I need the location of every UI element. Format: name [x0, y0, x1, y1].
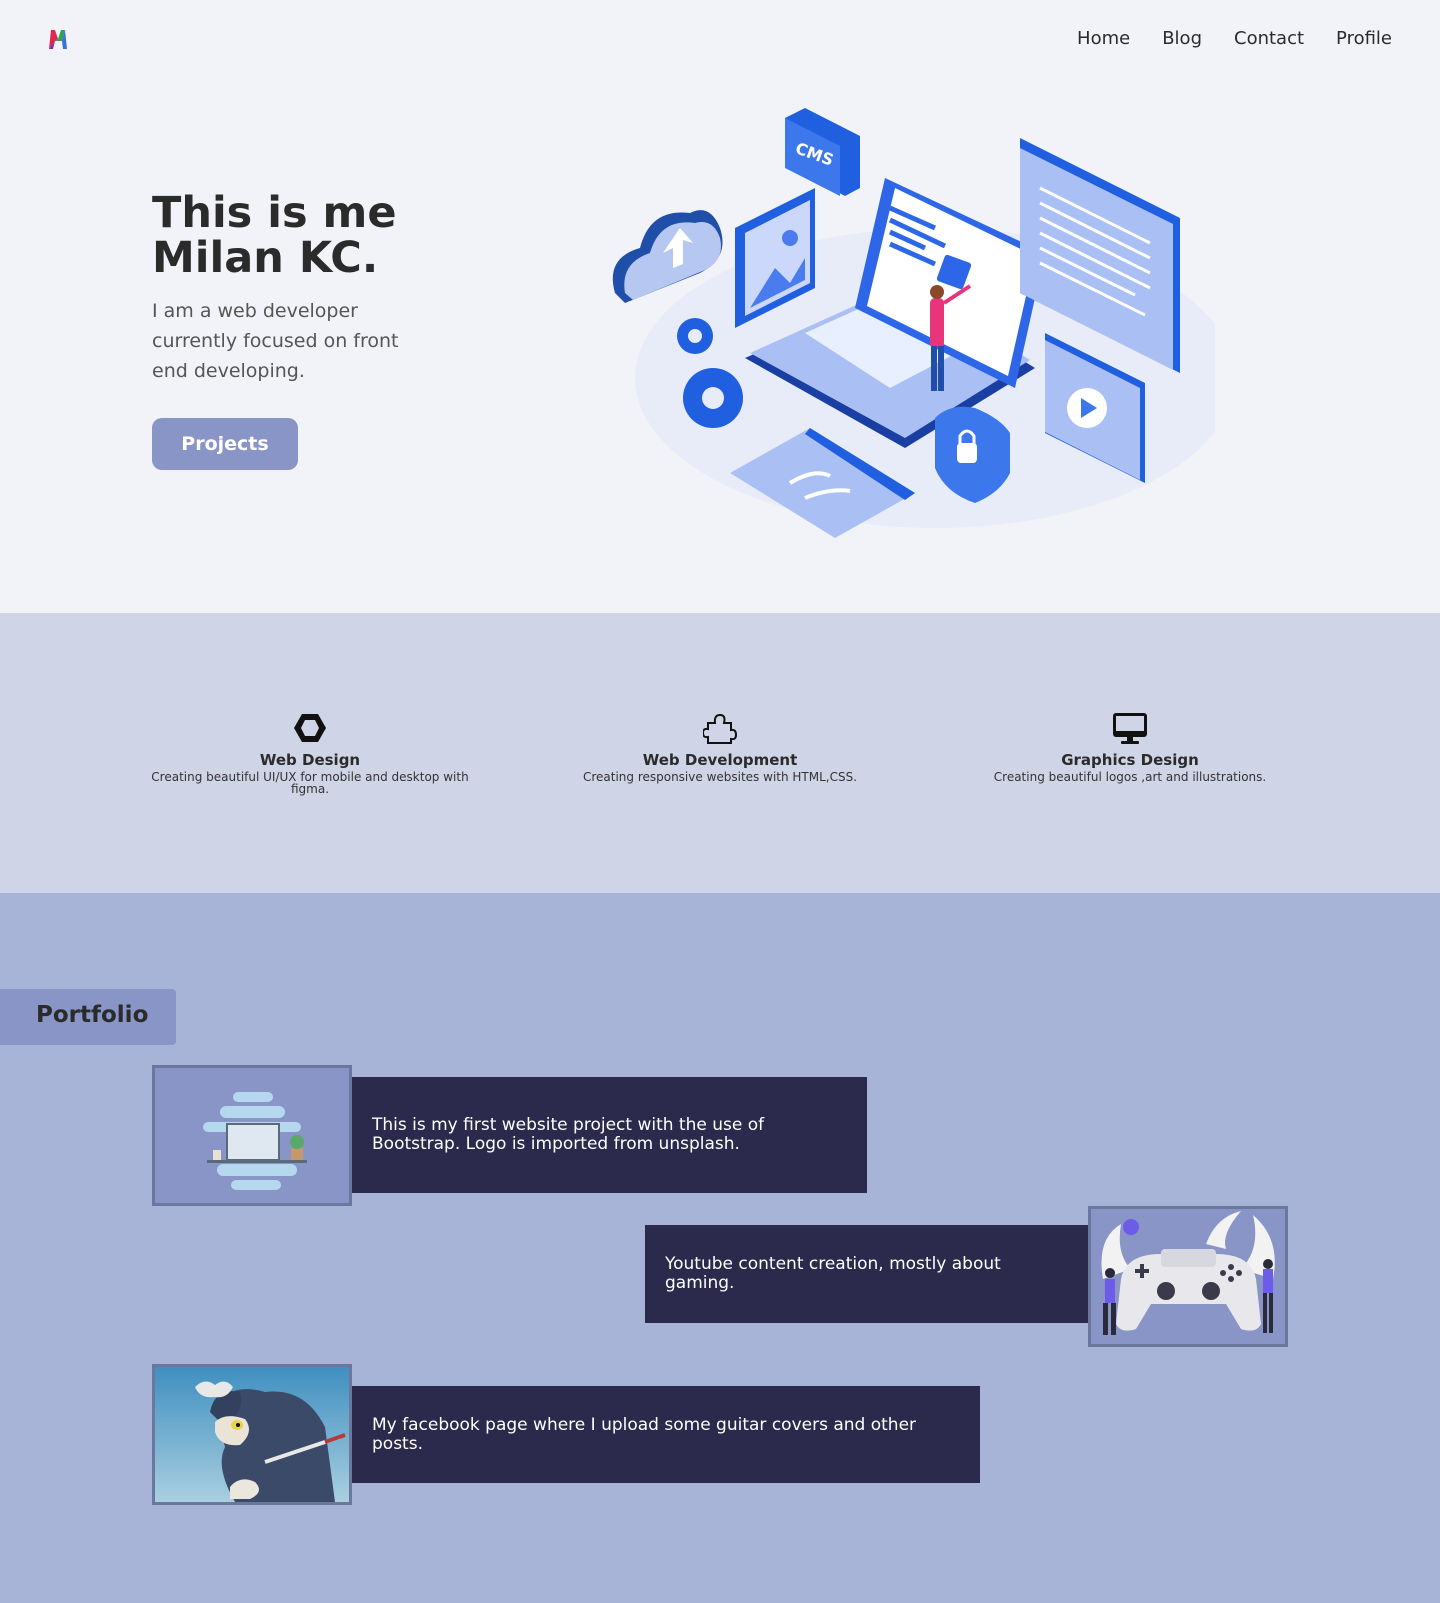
site-header: Home Blog Contact Profile	[0, 0, 1440, 80]
game-controller-illustration	[1091, 1209, 1285, 1344]
main-nav: Home Blog Contact Profile	[1077, 28, 1392, 49]
hero-title: This is me Milan KC.	[152, 191, 397, 281]
portfolio-thumb-desk-computer[interactable]	[152, 1065, 352, 1206]
nav-home[interactable]: Home	[1077, 28, 1130, 49]
portfolio-card: Youtube content creation, mostly about g…	[645, 1225, 1088, 1323]
portfolio-thumb-game-controller[interactable]	[1088, 1206, 1288, 1347]
portfolio-heading: Portfolio	[36, 1002, 149, 1028]
portfolio-card-text: This is my first website project with th…	[372, 1115, 765, 1154]
hero-title-line2: Milan KC.	[152, 233, 379, 283]
service-web-development: Web Development Creating responsive webs…	[565, 711, 875, 783]
portfolio-thumb-cartoon-cat[interactable]	[152, 1364, 352, 1505]
service-title: Web Design	[259, 751, 361, 769]
service-description: Creating beautiful logos ,art and illust…	[993, 770, 1267, 784]
service-web-design: Web Design Creating beautiful UI/UX for …	[150, 711, 470, 795]
portfolio-card: My facebook page where I upload some gui…	[352, 1386, 980, 1483]
hero-title-line1: This is me	[152, 188, 397, 238]
hero-subtitle: I am a web developer currently focused o…	[152, 300, 399, 382]
portfolio-section: Portfolio This is my first website proje…	[0, 893, 1440, 1603]
portfolio-card: This is my first website project with th…	[352, 1077, 867, 1193]
portfolio-heading-tab: Portfolio	[0, 989, 176, 1045]
desk-computer-illustration	[155, 1068, 349, 1203]
portfolio-card-text: Youtube content creation, mostly about g…	[665, 1254, 1001, 1293]
service-graphics-design: Graphics Design Creating beautiful logos…	[980, 711, 1280, 783]
web-development-illustration: CMS	[612, 108, 1215, 538]
nav-contact[interactable]: Contact	[1234, 28, 1304, 49]
projects-button[interactable]: Projects	[152, 418, 298, 470]
hero-section: Home Blog Contact Profile This is me Mil…	[0, 0, 1440, 613]
puzzle-icon	[703, 713, 737, 744]
service-description: Creating beautiful UI/UX for mobile and …	[151, 770, 469, 796]
portfolio-card-text: My facebook page where I upload some gui…	[372, 1414, 917, 1454]
nav-profile[interactable]: Profile	[1336, 28, 1392, 49]
services-section: Web Design Creating beautiful UI/UX for …	[0, 613, 1440, 893]
cartoon-cat-image	[155, 1367, 349, 1502]
nav-blog[interactable]: Blog	[1162, 28, 1202, 49]
service-title: Graphics Design	[1061, 751, 1199, 769]
cms-bubble-icon: CMS	[785, 108, 860, 196]
service-description: Creating responsive websites with HTML,C…	[582, 770, 858, 784]
desktop-icon	[1113, 713, 1147, 744]
hexagon-icon	[294, 714, 326, 742]
service-title: Web Development	[642, 751, 798, 769]
logo-icon[interactable]	[47, 27, 69, 51]
